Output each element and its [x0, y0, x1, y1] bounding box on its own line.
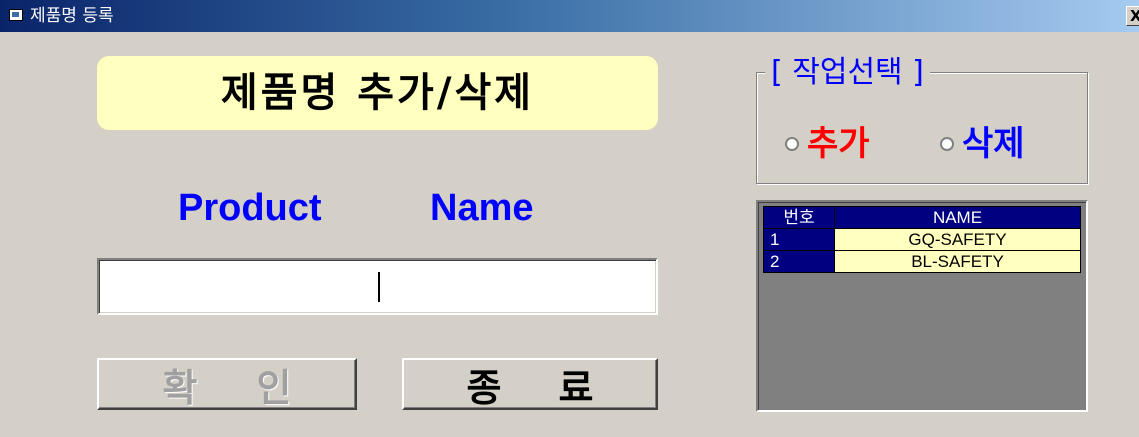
- radio-delete-label: 삭제: [962, 124, 1025, 164]
- exit-button-char2: 료: [558, 365, 594, 410]
- name-label: Name: [430, 187, 534, 229]
- grid-cell-name: BL-SAFETY: [834, 250, 1081, 273]
- product-label: Product: [178, 187, 322, 229]
- table-row[interactable]: 1 GQ-SAFETY: [763, 228, 1081, 251]
- product-grid[interactable]: 번호 NAME 1 GQ-SAFETY 2 BL-SAFETY: [756, 200, 1088, 412]
- grid-cell-number: 1: [763, 228, 835, 251]
- exit-button[interactable]: 종 료: [402, 358, 658, 410]
- window-icon: [9, 9, 23, 21]
- ok-button[interactable]: 확 인: [97, 358, 357, 410]
- radio-add-label: 추가: [807, 124, 870, 164]
- page-heading: 제품명 추가/삭제: [97, 56, 658, 130]
- window-title: 제품명 등록: [30, 6, 114, 26]
- ok-button-char2: 인: [256, 365, 292, 410]
- grid-header-name: NAME: [834, 206, 1081, 229]
- grid-header-number: 번호: [763, 206, 835, 229]
- table-row[interactable]: 2 BL-SAFETY: [763, 250, 1081, 273]
- radio-delete-circle-icon[interactable]: [940, 137, 954, 151]
- radio-add[interactable]: 추가: [785, 124, 870, 164]
- grid-cell-number: 2: [763, 250, 835, 273]
- ok-button-char1: 확: [162, 365, 198, 410]
- radio-delete[interactable]: 삭제: [940, 124, 1025, 164]
- exit-button-char1: 종: [466, 365, 502, 410]
- grid-cell-name: GQ-SAFETY: [834, 228, 1081, 251]
- operation-legend: [ 작업선택 ]: [765, 56, 930, 90]
- close-button[interactable]: X: [1126, 6, 1139, 26]
- radio-add-circle-icon[interactable]: [785, 137, 799, 151]
- title-bar: 제품명 등록 X: [0, 0, 1139, 32]
- product-table: 번호 NAME 1 GQ-SAFETY 2 BL-SAFETY: [763, 206, 1081, 273]
- text-caret: [378, 272, 380, 302]
- product-name-input[interactable]: [97, 258, 658, 315]
- grid-header-row: 번호 NAME: [763, 206, 1081, 229]
